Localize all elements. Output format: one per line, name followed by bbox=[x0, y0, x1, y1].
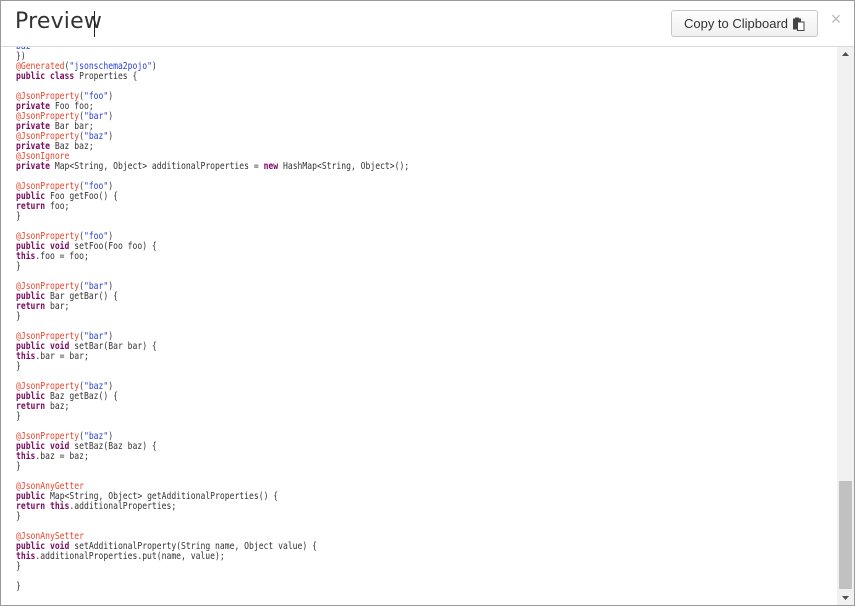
code-line: return bar; bbox=[16, 302, 409, 312]
text-caret bbox=[94, 11, 95, 37]
arrow-up-icon[interactable] bbox=[837, 47, 854, 61]
code-line: } bbox=[16, 212, 409, 222]
dialog-header: Preview Copy to Clipboard × bbox=[1, 1, 854, 47]
code-line: public Baz getBaz() { bbox=[16, 392, 409, 402]
code-token: } bbox=[16, 581, 21, 592]
code-line: } bbox=[16, 362, 409, 372]
code-token: foo; bbox=[45, 201, 70, 212]
code-line: private Baz baz; bbox=[16, 142, 409, 152]
code-token: new bbox=[263, 161, 279, 172]
code-token: .baz = baz; bbox=[35, 451, 89, 462]
close-icon[interactable]: × bbox=[829, 10, 843, 28]
preview-dialog: Preview Copy to Clipboard × baz})@Genera… bbox=[0, 0, 855, 606]
code-token: Map<String, Object> additionalProperties… bbox=[49, 161, 264, 172]
code-token: ) bbox=[108, 111, 114, 122]
code-line: public class Properties { bbox=[16, 72, 409, 82]
code-content: baz})@Generated("jsonschema2pojo")public… bbox=[16, 47, 409, 592]
code-token: baz; bbox=[45, 401, 70, 412]
code-line: } bbox=[16, 412, 409, 422]
code-token: .bar = bar; bbox=[35, 351, 89, 362]
code-token: HashMap<String, Object>(); bbox=[278, 161, 410, 172]
code-token: ) bbox=[151, 61, 157, 72]
scrollbar-thumb[interactable] bbox=[839, 481, 852, 589]
arrow-down-icon[interactable] bbox=[837, 591, 854, 605]
code-token: bar; bbox=[45, 301, 70, 312]
code-line: } bbox=[16, 562, 409, 572]
code-line: } bbox=[16, 262, 409, 272]
code-line: public Bar getBar() { bbox=[16, 292, 409, 302]
code-line: this.foo = foo; bbox=[16, 252, 409, 262]
code-token: Properties { bbox=[74, 71, 138, 82]
code-line: return baz; bbox=[16, 402, 409, 412]
code-line: } bbox=[16, 582, 409, 592]
code-line: } bbox=[16, 312, 409, 322]
code-token: .foo = foo; bbox=[35, 251, 89, 262]
code-token: return this bbox=[16, 501, 70, 512]
clipboard-icon bbox=[792, 17, 805, 31]
code-line: this.additionalProperties.put(name, valu… bbox=[16, 552, 409, 562]
code-line: private Map<String, Object> additionalPr… bbox=[16, 162, 409, 172]
code-token: .additionalProperties.put(name, value); bbox=[35, 551, 225, 562]
vertical-scrollbar[interactable] bbox=[837, 47, 854, 605]
code-token: .additionalProperties; bbox=[69, 501, 177, 512]
code-line: return foo; bbox=[16, 202, 409, 212]
copy-to-clipboard-button[interactable]: Copy to Clipboard bbox=[671, 10, 818, 37]
code-token: ) bbox=[108, 91, 114, 102]
code-line: this.bar = bar; bbox=[16, 352, 409, 362]
code-line: } bbox=[16, 462, 409, 472]
code-line: this.baz = baz; bbox=[16, 452, 409, 462]
code-token: public class bbox=[16, 71, 75, 82]
copy-to-clipboard-label: Copy to Clipboard bbox=[683, 16, 789, 31]
code-line: return this.additionalProperties; bbox=[16, 502, 409, 512]
code-token: ) bbox=[108, 131, 114, 142]
code-preview-area[interactable]: baz})@Generated("jsonschema2pojo")public… bbox=[1, 47, 854, 605]
code-line: public Foo getFoo() { bbox=[16, 192, 409, 202]
code-token: private bbox=[16, 161, 50, 172]
code-line: } bbox=[16, 512, 409, 522]
dialog-title[interactable]: Preview bbox=[15, 9, 102, 34]
